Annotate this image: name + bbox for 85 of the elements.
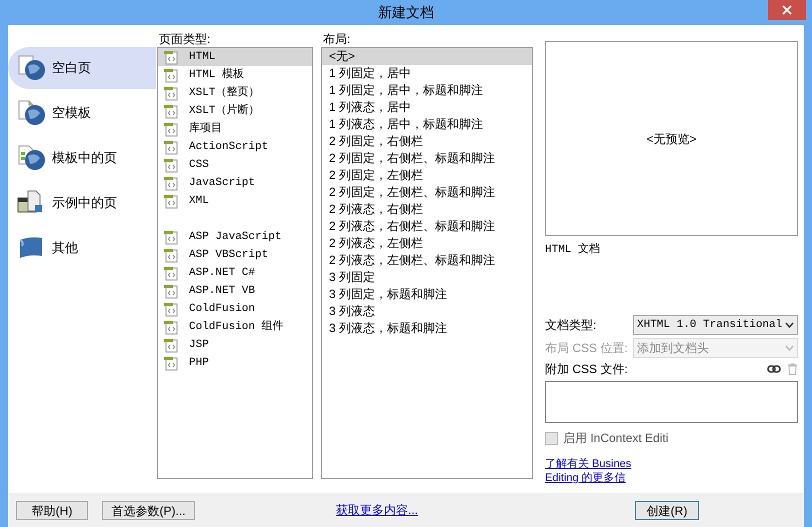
file-icon <box>163 301 179 317</box>
sidebar-item[interactable]: 示例中的页 <box>8 182 156 224</box>
sidebar-item[interactable]: 空模板 <box>8 92 156 134</box>
layout-item[interactable]: 3 列固定，标题和脚注 <box>322 286 532 303</box>
page-type-item[interactable]: ASP.NET C# <box>158 264 312 282</box>
layout-item[interactable]: 2 列固定，左侧栏 <box>322 167 532 184</box>
layout-list[interactable]: <无> 1 列固定，居中 1 列固定，居中，标题和脚注 1 列液态，居中 1 列液态，居中，标题和脚注 2 列固定，右侧栏 2 列固定，右侧栏、标题和脚注 2 列固定，左侧栏 2 列固定，左侧栏、标题和脚注 2 列液态，右侧栏 2 列液态，右侧栏、标题和脚注 2 列液态，左侧栏 2 列液态，左侧栏、标题和脚注 3 列固定 3 列固定，标题和脚注 3 列液态 3 列液态，标题和脚注 <box>321 47 533 479</box>
attach-css-label: 附加 CSS 文件: <box>545 361 629 378</box>
preview-panel: <无预览> <box>545 41 798 236</box>
layout-item[interactable]: 1 列固定，居中 <box>322 65 532 82</box>
sidebar-item[interactable]: 空白页 <box>8 47 156 89</box>
page-type-item[interactable]: JavaScript <box>158 174 312 192</box>
file-icon <box>163 67 179 83</box>
page-type-item[interactable]: ASP.NET VB <box>158 282 312 300</box>
layout-item[interactable]: 1 列液态，居中，标题和脚注 <box>322 116 532 133</box>
layout-item[interactable]: 2 列液态，左侧栏 <box>322 235 532 252</box>
layout-item[interactable]: 1 列液态，居中 <box>322 99 532 116</box>
page-type-item[interactable]: 库项目 <box>158 120 312 138</box>
page-type-item[interactable]: ColdFusion <box>158 300 312 318</box>
file-icon <box>163 283 179 299</box>
file-icon <box>163 103 179 119</box>
file-icon <box>163 175 179 191</box>
page-type-item[interactable]: JSP <box>158 336 312 354</box>
page-type-label: 页面类型: <box>158 31 212 47</box>
file-icon <box>163 139 179 155</box>
sidebar-item[interactable]: 其他 <box>8 227 156 269</box>
page-type-list[interactable]: HTML HTML 模板 XSLT（整页） XSLT（片断） 库项目 ActionScript CSS JavaScript XML ASP JavaScript ASP VBScript ASP.NET C# ASP.NET VB ColdFusion ColdFusion 组件 JSP PHP <box>157 47 313 479</box>
chevron-icon <box>785 322 794 328</box>
page-type-item[interactable]: HTML <box>158 48 312 66</box>
file-icon <box>163 193 179 209</box>
page-icon <box>16 99 46 127</box>
page-icon <box>16 144 46 172</box>
learn-more-link[interactable]: 了解有关 Busines <box>545 457 632 471</box>
layout-item[interactable]: 2 列液态，右侧栏 <box>322 201 532 218</box>
chevron-icon <box>785 345 794 351</box>
layout-item[interactable]: 3 列液态 <box>322 303 532 320</box>
css-position-label: 布局 CSS 位置: <box>545 340 629 357</box>
checkbox-label: 启用 InContext Editi <box>563 430 668 447</box>
window-title: 新建文档 <box>378 3 434 22</box>
file-icon <box>163 229 179 245</box>
file-icon <box>163 121 179 137</box>
doc-type-dropdown[interactable]: XHTML 1.0 Transitional <box>633 315 798 335</box>
page-type-item[interactable]: ActionScript <box>158 138 312 156</box>
layout-item[interactable]: 1 列固定，居中，标题和脚注 <box>322 82 532 99</box>
layout-item[interactable]: 3 列液态，标题和脚注 <box>322 320 532 337</box>
layout-item[interactable]: 2 列固定，左侧栏、标题和脚注 <box>322 184 532 201</box>
preferences-button[interactable]: 首选参数(P)... <box>102 500 195 520</box>
page-type-item[interactable]: XML <box>158 192 312 210</box>
help-button[interactable]: 帮助(H) <box>16 500 88 520</box>
file-icon <box>163 265 179 281</box>
layout-item[interactable]: 2 列液态，左侧栏、标题和脚注 <box>322 252 532 269</box>
trash-icon[interactable] <box>787 363 798 375</box>
file-icon <box>163 49 179 65</box>
page-type-item[interactable]: PHP <box>158 354 312 372</box>
page-icon <box>16 54 46 82</box>
file-icon <box>163 157 179 173</box>
file-icon <box>163 337 179 353</box>
page-type-item[interactable]: ColdFusion 组件 <box>158 318 312 336</box>
page-type-item[interactable]: HTML 模板 <box>158 66 312 84</box>
doc-type-label: 文档类型: <box>545 317 598 334</box>
sidebar-item[interactable]: 模板中的页 <box>8 137 156 179</box>
page-type-item[interactable]: CSS <box>158 156 312 174</box>
link-icon[interactable] <box>767 365 781 373</box>
layout-item[interactable]: 2 列固定，右侧栏 <box>322 133 532 150</box>
close-button[interactable] <box>768 0 806 20</box>
learn-more-link[interactable]: Editing 的更多信 <box>545 471 626 485</box>
file-icon <box>163 355 179 371</box>
layout-item[interactable]: 2 列液态，右侧栏、标题和脚注 <box>322 218 532 235</box>
page-type-item[interactable]: ASP JavaScript <box>158 228 312 246</box>
close-icon <box>782 5 792 15</box>
preview-description: HTML 文档 <box>545 242 602 258</box>
file-icon <box>163 319 179 335</box>
layout-label: 布局: <box>322 31 352 47</box>
more-content-link[interactable]: 获取更多内容... <box>336 501 418 519</box>
layout-item[interactable]: <无> <box>322 48 532 65</box>
layout-item[interactable]: 2 列固定，右侧栏、标题和脚注 <box>322 150 532 167</box>
css-file-list[interactable] <box>545 381 798 423</box>
page-type-item[interactable]: XSLT（整页） <box>158 84 312 102</box>
file-icon <box>163 247 179 263</box>
file-icon <box>163 85 179 101</box>
create-button[interactable]: 创建(R) <box>635 500 699 520</box>
layout-item[interactable]: 3 列固定 <box>322 269 532 286</box>
checkbox[interactable] <box>545 432 558 444</box>
page-type-item[interactable]: XSLT（片断） <box>158 102 312 120</box>
page-type-item[interactable]: ASP VBScript <box>158 246 312 264</box>
